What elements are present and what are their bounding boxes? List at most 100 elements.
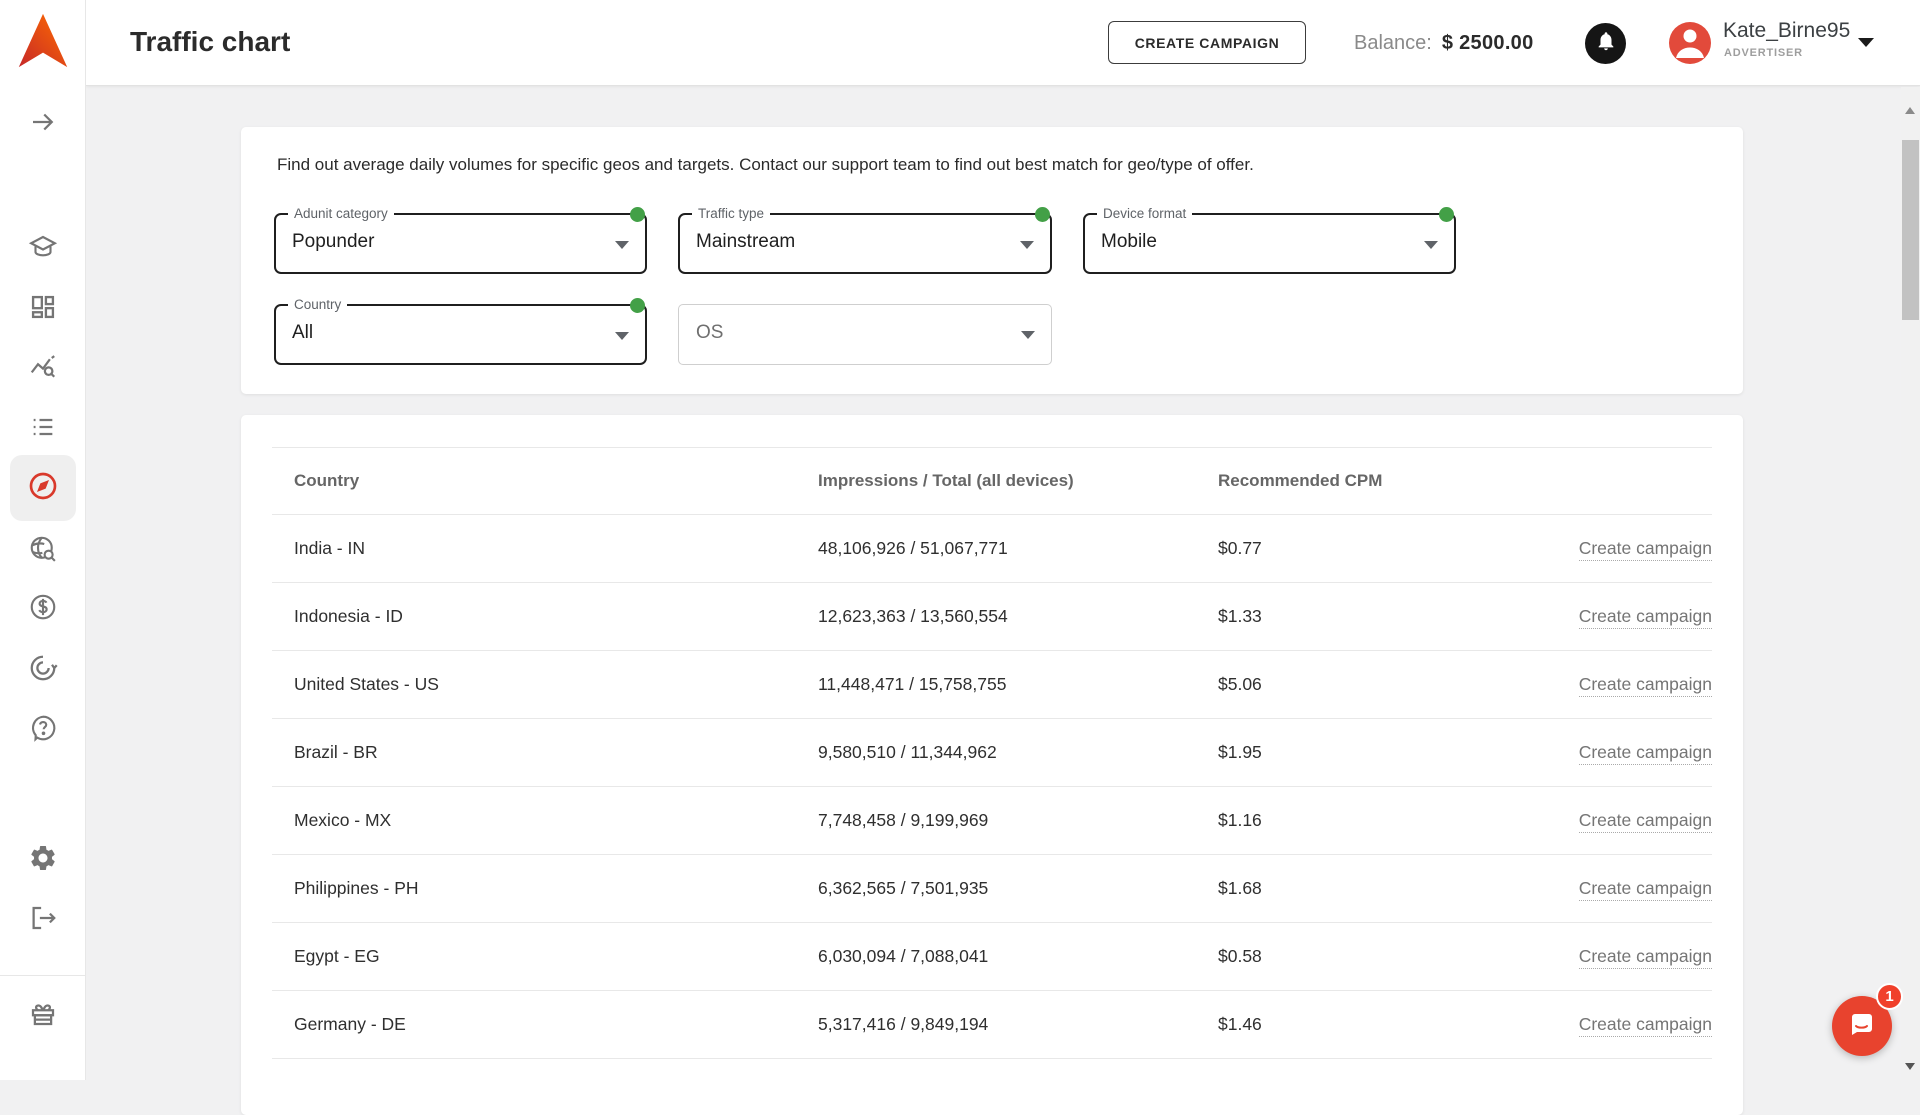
filter-ok-dot: [630, 298, 645, 313]
traffic-table: Country Impressions / Total (all devices…: [272, 447, 1712, 1059]
bell-icon: [1595, 30, 1617, 57]
user-role-badge: ADVERTISER: [1724, 47, 1803, 59]
user-menu-caret-icon[interactable]: [1858, 38, 1874, 47]
device-format-label: Device format: [1097, 206, 1192, 221]
sidebar-item-traffic-chart[interactable]: [10, 455, 76, 521]
country-cell: Philippines - PH: [272, 855, 818, 923]
traffic-type-select[interactable]: Traffic type Mainstream: [678, 213, 1052, 274]
create-campaign-link[interactable]: Create campaign: [1579, 742, 1712, 765]
column-header-action: [1558, 448, 1712, 515]
impressions-cell: 11,448,471 / 15,758,755: [818, 651, 1218, 719]
table-row: Indonesia - ID 12,623,363 / 13,560,554 $…: [272, 583, 1712, 651]
page-title: Traffic chart: [130, 26, 290, 58]
table-row: Philippines - PH 6,362,565 / 7,501,935 $…: [272, 855, 1712, 923]
intro-text: Find out average daily volumes for speci…: [277, 155, 1254, 175]
country-cell: United States - US: [272, 651, 818, 719]
device-format-select[interactable]: Device format Mobile: [1083, 213, 1456, 274]
os-placeholder: OS: [696, 322, 723, 344]
graduation-cap-icon: [28, 232, 58, 262]
scroll-up-arrow-icon[interactable]: [1905, 107, 1915, 114]
column-header-cpm: Recommended CPM: [1218, 448, 1558, 515]
create-campaign-link[interactable]: Create campaign: [1579, 1014, 1712, 1037]
gift-icon: [28, 999, 58, 1029]
impressions-cell: 48,106,926 / 51,067,771: [818, 515, 1218, 583]
impressions-cell: 12,623,363 / 13,560,554: [818, 583, 1218, 651]
cpm-cell: $1.95: [1218, 719, 1558, 787]
table-row: United States - US 11,448,471 / 15,758,7…: [272, 651, 1712, 719]
sidebar-item-logout[interactable]: [0, 896, 86, 940]
device-format-value: Mobile: [1101, 231, 1157, 253]
column-header-country: Country: [272, 448, 818, 515]
country-cell: India - IN: [272, 515, 818, 583]
create-campaign-link[interactable]: Create campaign: [1579, 674, 1712, 697]
app-logo[interactable]: [12, 9, 74, 73]
chat-bubble-icon: [1846, 1008, 1878, 1045]
sidebar-item-dashboard[interactable]: [0, 285, 86, 329]
cpm-cell: $5.06: [1218, 651, 1558, 719]
sidebar-item-statistics[interactable]: [0, 346, 86, 390]
table-row: Germany - DE 5,317,416 / 9,849,194 $1.46…: [272, 991, 1712, 1059]
person-icon: [1669, 22, 1711, 64]
balance: Balance: $ 2500.00: [1354, 0, 1534, 86]
country-label: Country: [288, 297, 347, 312]
compass-icon: [27, 470, 59, 507]
cpm-cell: $1.46: [1218, 991, 1558, 1059]
impressions-cell: 5,317,416 / 9,849,194: [818, 991, 1218, 1059]
table-header-row: Country Impressions / Total (all devices…: [272, 448, 1712, 515]
cpm-cell: $1.33: [1218, 583, 1558, 651]
create-campaign-link[interactable]: Create campaign: [1579, 606, 1712, 629]
globe-search-icon: [28, 534, 58, 564]
filter-ok-dot: [1035, 207, 1050, 222]
sidebar-expand-button[interactable]: [0, 100, 86, 144]
target-loop-icon: [28, 653, 58, 683]
sidebar-item-finance[interactable]: [0, 585, 86, 629]
scroll-down-arrow-icon[interactable]: [1905, 1063, 1915, 1070]
table-row: Mexico - MX 7,748,458 / 9,199,969 $1.16 …: [272, 787, 1712, 855]
impressions-cell: 6,030,094 / 7,088,041: [818, 923, 1218, 991]
notifications-button[interactable]: [1585, 23, 1626, 64]
balance-label: Balance:: [1354, 32, 1432, 55]
balance-value: $ 2500.00: [1442, 32, 1534, 55]
create-campaign-link[interactable]: Create campaign: [1579, 538, 1712, 561]
sidebar-item-settings[interactable]: [0, 836, 86, 880]
sidebar-item-help[interactable]: [0, 706, 86, 750]
dashboard-icon: [29, 293, 57, 321]
chevron-down-icon: [615, 241, 629, 249]
username[interactable]: Kate_Birne95: [1723, 19, 1850, 43]
sidebar-item-retargeting[interactable]: [0, 646, 86, 690]
create-campaign-link[interactable]: Create campaign: [1579, 946, 1712, 969]
country-cell: Egypt - EG: [272, 923, 818, 991]
vertical-scrollbar[interactable]: [1901, 87, 1920, 1080]
user-avatar[interactable]: [1669, 22, 1711, 64]
country-cell: Indonesia - ID: [272, 583, 818, 651]
scrollbar-thumb[interactable]: [1902, 140, 1919, 320]
os-select[interactable]: OS: [678, 304, 1052, 365]
chevron-down-icon: [615, 332, 629, 340]
sidebar: [0, 0, 86, 1080]
country-cell: Germany - DE: [272, 991, 818, 1059]
impressions-cell: 7,748,458 / 9,199,969: [818, 787, 1218, 855]
sidebar-item-campaigns[interactable]: [0, 405, 86, 449]
create-campaign-link[interactable]: Create campaign: [1579, 878, 1712, 901]
chevron-down-icon: [1424, 241, 1438, 249]
chat-unread-badge: 1: [1876, 983, 1903, 1010]
traffic-type-value: Mainstream: [696, 231, 795, 253]
create-campaign-button[interactable]: CREATE CAMPAIGN: [1108, 21, 1306, 64]
chart-search-icon: [28, 353, 58, 383]
traffic-type-label: Traffic type: [692, 206, 770, 221]
adunit-category-select[interactable]: Adunit category Popunder: [274, 213, 647, 274]
sidebar-item-education[interactable]: [0, 225, 86, 269]
adunit-category-label: Adunit category: [288, 206, 394, 221]
dollar-circle-icon: [28, 592, 58, 622]
table-row: India - IN 48,106,926 / 51,067,771 $0.77…: [272, 515, 1712, 583]
country-select[interactable]: Country All: [274, 304, 647, 365]
chevron-down-icon: [1020, 241, 1034, 249]
sidebar-item-bonuses[interactable]: [0, 992, 86, 1036]
table-row: Brazil - BR 9,580,510 / 11,344,962 $1.95…: [272, 719, 1712, 787]
adunit-category-value: Popunder: [292, 231, 374, 253]
sidebar-item-geo[interactable]: [0, 527, 86, 571]
table-row: Egypt - EG 6,030,094 / 7,088,041 $0.58 C…: [272, 923, 1712, 991]
create-campaign-link[interactable]: Create campaign: [1579, 810, 1712, 833]
logo-arrow-icon: [12, 9, 74, 73]
arrow-right-icon: [28, 107, 58, 137]
